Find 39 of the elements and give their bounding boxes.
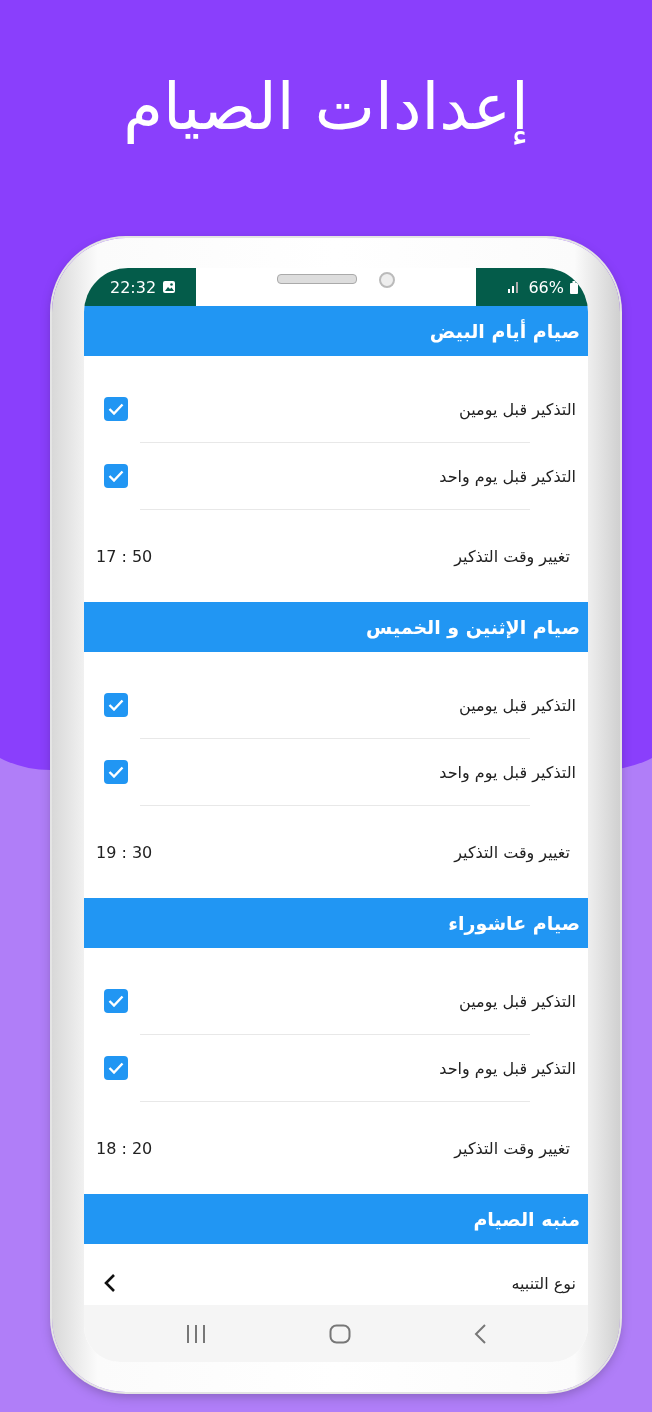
option-label: تغيير وقت التذكير [454, 1139, 570, 1158]
checkmark-icon [108, 1062, 124, 1074]
option-label: نوع التنبيه [511, 1273, 576, 1293]
option-label: التذكير قبل يومين [459, 991, 576, 1011]
section-header: صيام عاشوراء [84, 898, 588, 948]
home-icon[interactable] [329, 1323, 351, 1344]
chevron-left-icon[interactable] [104, 1273, 116, 1293]
page-title: إعدادات الصيام [122, 69, 530, 147]
camera-dot [379, 272, 395, 288]
section-header: صيام الإثنين و الخميس [84, 602, 588, 652]
checkmark-icon [108, 995, 124, 1007]
option-label: التذكير قبل يوم واحد [439, 762, 576, 782]
option-label: التذكير قبل يوم واحد [439, 466, 576, 486]
checkbox[interactable] [104, 693, 128, 717]
back-icon[interactable] [473, 1323, 487, 1344]
option-label: تغيير وقت التذكير [454, 843, 570, 862]
time-value[interactable]: 17 : 50 [96, 547, 153, 566]
checkmark-icon [108, 699, 124, 711]
time-value[interactable]: 18 : 20 [96, 1139, 153, 1158]
section-header: صيام أيام البيض [84, 306, 588, 356]
battery-icon [570, 280, 578, 294]
option-label: تغيير وقت التذكير [454, 547, 570, 566]
checkbox[interactable] [104, 989, 128, 1013]
status-time: 22:32 [110, 277, 157, 297]
checkmark-icon [108, 766, 124, 778]
battery-percent: 66% [528, 277, 564, 297]
checkmark-icon [108, 403, 124, 415]
checkbox[interactable] [104, 760, 128, 784]
recent-apps-icon[interactable] [185, 1323, 207, 1344]
checkbox[interactable] [104, 1056, 128, 1080]
time-value[interactable]: 19 : 30 [96, 843, 153, 862]
section-header: منبه الصيام [84, 1194, 588, 1244]
image-icon [162, 280, 177, 294]
option-label: التذكير قبل يومين [459, 399, 576, 419]
checkmark-icon [108, 470, 124, 482]
checkbox[interactable] [104, 464, 128, 488]
option-label: التذكير قبل يوم واحد [439, 1058, 576, 1078]
checkbox[interactable] [104, 397, 128, 421]
option-label: التذكير قبل يومين [459, 695, 576, 715]
